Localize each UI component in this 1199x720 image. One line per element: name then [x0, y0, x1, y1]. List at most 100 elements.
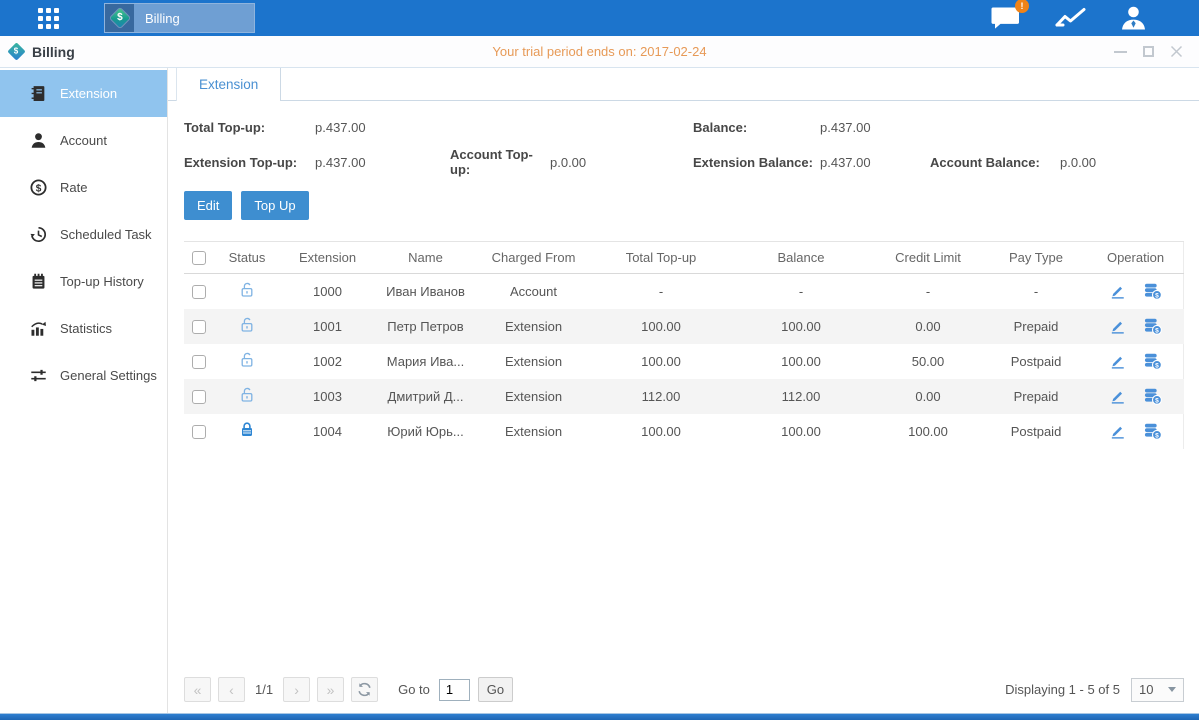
top-up-row-icon[interactable]: $: [1143, 318, 1162, 335]
row-checkbox[interactable]: [192, 320, 206, 334]
cell-charged-from: Extension: [476, 379, 591, 414]
close-button[interactable]: [1170, 45, 1183, 58]
sidebar-item-label: Top-up History: [60, 274, 144, 289]
extension-book-icon: [30, 85, 47, 102]
row-checkbox[interactable]: [192, 285, 206, 299]
cell-balance: 112.00: [731, 379, 871, 414]
notification-badge: !: [1015, 0, 1029, 13]
account-balance-label: Account Balance:: [930, 155, 1060, 170]
col-balance: Balance: [731, 242, 871, 274]
sidebar-item-account[interactable]: Account: [0, 117, 167, 164]
tab-bar: Extension: [168, 68, 1199, 101]
pagination-bar: « ‹ 1/1 › » Go to Go Displaying: [184, 666, 1184, 713]
goto-page-input[interactable]: [439, 679, 470, 701]
svg-text:$: $: [1155, 292, 1159, 299]
table-row: 1001 Петр Петров Extension 100.00 100.00…: [184, 309, 1184, 344]
top-up-row-icon[interactable]: $: [1143, 423, 1162, 440]
sidebar-item-extension[interactable]: Extension: [0, 70, 167, 117]
svg-text:$: $: [1155, 397, 1159, 404]
cell-pay-type: Prepaid: [985, 309, 1087, 344]
topup-history-ledger-icon: [30, 273, 47, 290]
row-checkbox[interactable]: [192, 390, 206, 404]
desktop-topbar: $ Billing !: [0, 0, 1199, 36]
general-settings-sliders-icon: [30, 367, 47, 384]
sidebar-item-rate[interactable]: $ Rate: [0, 164, 167, 211]
cell-credit-limit: 100.00: [871, 414, 985, 449]
minimize-button[interactable]: [1114, 51, 1127, 53]
extension-topup-label: Extension Top-up:: [184, 155, 315, 170]
cell-balance: 100.00: [731, 309, 871, 344]
table-row: 1003 Дмитрий Д... Extension 112.00 112.0…: [184, 379, 1184, 414]
edit-row-icon[interactable]: [1109, 318, 1126, 335]
cell-credit-limit: 50.00: [871, 344, 985, 379]
page-size-select[interactable]: 10: [1131, 678, 1184, 702]
cell-credit-limit: 0.00: [871, 309, 985, 344]
cell-name: Иван Иванов: [375, 274, 476, 309]
window-titlebar: $ Billing Your trial period ends on: 201…: [0, 36, 1199, 68]
edit-row-icon[interactable]: [1109, 353, 1126, 370]
account-topup-label: Account Top-up:: [450, 147, 550, 177]
dollar-glyph: $: [14, 47, 18, 55]
dollar-glyph: $: [117, 13, 123, 23]
table-row: 1000 Иван Иванов Account - - - - $: [184, 274, 1184, 309]
last-page-button[interactable]: »: [317, 677, 344, 702]
goto-label: Go to: [398, 682, 430, 697]
maximize-button[interactable]: [1143, 46, 1154, 57]
prev-page-button[interactable]: ‹: [218, 677, 245, 702]
svg-text:$: $: [1155, 362, 1159, 369]
row-checkbox[interactable]: [192, 425, 206, 439]
col-operation: Operation: [1087, 242, 1184, 274]
sidebar-item-statistics[interactable]: Statistics: [0, 305, 167, 352]
balance-label: Balance:: [693, 120, 820, 135]
billing-window-icon: $: [7, 42, 25, 60]
next-page-button[interactable]: ›: [283, 677, 310, 702]
col-credit-limit: Credit Limit: [871, 242, 985, 274]
sidebar-item-scheduled-task[interactable]: Scheduled Task: [0, 211, 167, 258]
notifications-button[interactable]: !: [990, 6, 1021, 31]
go-button[interactable]: Go: [478, 677, 513, 702]
sidebar-item-label: Account: [60, 133, 107, 148]
page-size-value: 10: [1139, 682, 1153, 697]
cell-balance: 100.00: [731, 344, 871, 379]
user-account-button[interactable]: [1120, 5, 1147, 31]
unlocked-icon: [239, 281, 255, 298]
billing-diamond-icon: $: [110, 8, 130, 28]
tab-extension[interactable]: Extension: [176, 68, 281, 101]
tab-label: Extension: [199, 77, 258, 92]
top-up-row-icon[interactable]: $: [1143, 353, 1162, 370]
sidebar-item-label: Scheduled Task: [60, 227, 152, 242]
sidebar-item-topup-history[interactable]: Top-up History: [0, 258, 167, 305]
refresh-button[interactable]: [351, 677, 378, 702]
cell-pay-type: Prepaid: [985, 379, 1087, 414]
cell-credit-limit: -: [871, 274, 985, 309]
billing-summary: Total Top-up: p.437.00 Balance: p.437.00…: [184, 120, 1184, 177]
svg-text:$: $: [1155, 432, 1159, 439]
select-all-checkbox[interactable]: [192, 251, 206, 265]
edit-button[interactable]: Edit: [184, 191, 232, 220]
unlocked-icon: [239, 386, 255, 403]
locked-icon: [239, 421, 255, 438]
cell-charged-from: Account: [476, 274, 591, 309]
resource-monitor-button[interactable]: [1054, 6, 1087, 30]
cell-balance: -: [731, 274, 871, 309]
cell-pay-type: -: [985, 274, 1087, 309]
col-extension: Extension: [280, 242, 375, 274]
cell-name: Петр Петров: [375, 309, 476, 344]
taskbar-tab-billing[interactable]: $ Billing: [104, 3, 255, 33]
cell-extension: 1002: [280, 344, 375, 379]
top-up-button[interactable]: Top Up: [241, 191, 308, 220]
apps-grid-icon[interactable]: [38, 8, 59, 29]
first-page-button[interactable]: «: [184, 677, 211, 702]
unlocked-icon: [239, 316, 255, 333]
cell-total-topup: 100.00: [591, 344, 731, 379]
top-up-row-icon[interactable]: $: [1143, 283, 1162, 300]
sidebar-item-general-settings[interactable]: General Settings: [0, 352, 167, 399]
edit-row-icon[interactable]: [1109, 388, 1126, 405]
edit-row-icon[interactable]: [1109, 283, 1126, 300]
row-checkbox[interactable]: [192, 355, 206, 369]
edit-row-icon[interactable]: [1109, 423, 1126, 440]
billing-app-icon-plate: $: [105, 4, 134, 32]
top-up-row-icon[interactable]: $: [1143, 388, 1162, 405]
extension-balance-label: Extension Balance:: [693, 155, 820, 170]
trial-notice: Your trial period ends on: 2017-02-24: [0, 44, 1199, 59]
